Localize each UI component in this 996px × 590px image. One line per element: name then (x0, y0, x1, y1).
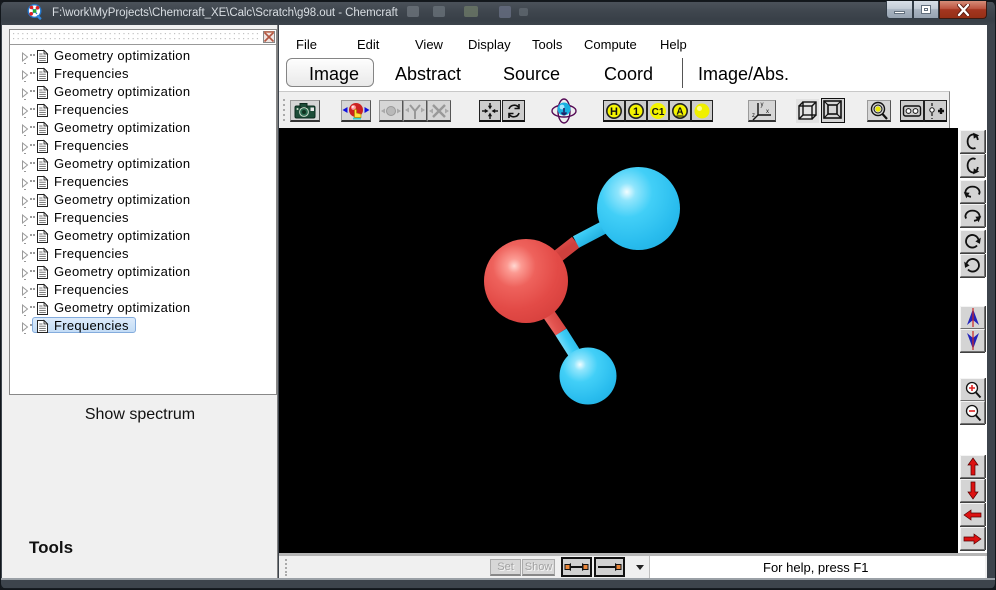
svg-text:A: A (676, 106, 683, 117)
svg-text:1: 1 (633, 106, 639, 118)
svg-text:H: H (610, 106, 618, 118)
svg-text:z: z (752, 113, 755, 119)
svg-text:C1: C1 (652, 107, 665, 118)
svg-text:y: y (761, 102, 764, 108)
svg-text:x: x (766, 109, 769, 115)
